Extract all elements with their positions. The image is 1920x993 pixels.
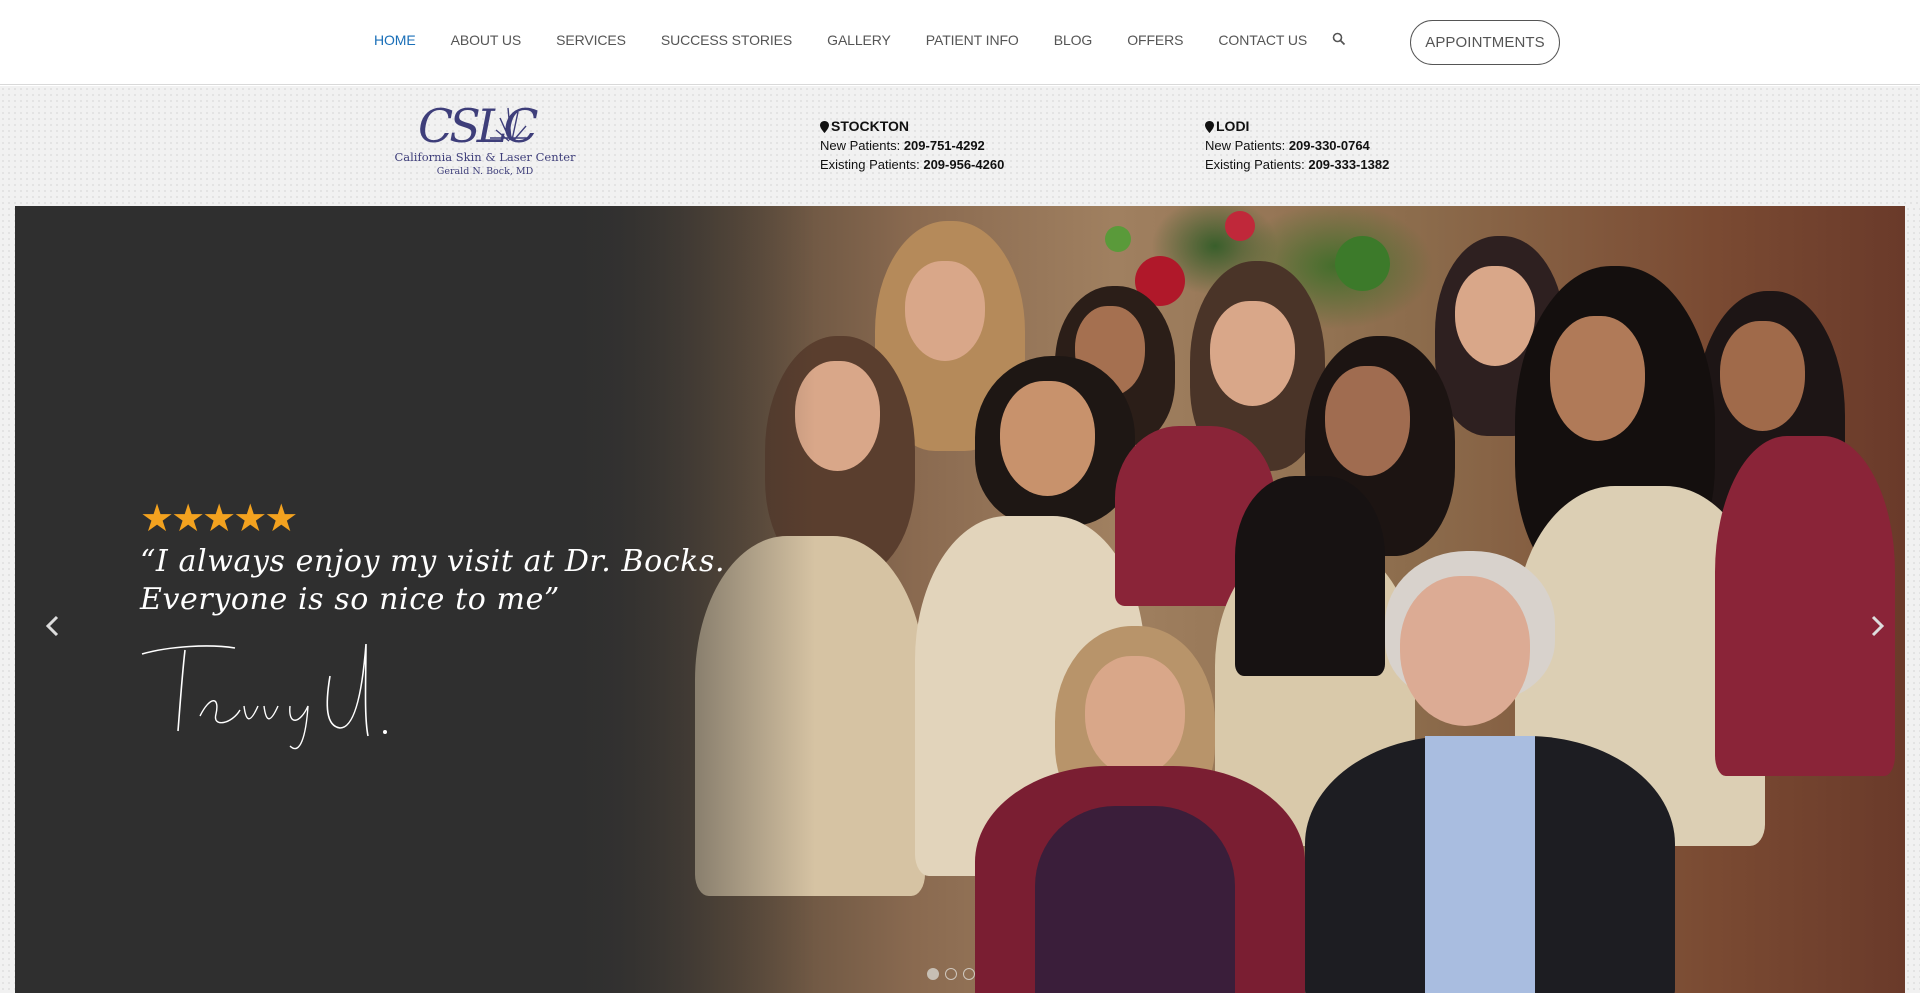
slide-dot[interactable] [945, 968, 957, 980]
top-navigation-bar: HOME ABOUT US SERVICES SUCCESS STORIES G… [0, 0, 1920, 85]
logo-monogram: CSLC [418, 100, 538, 153]
testimonial-signature [140, 636, 400, 776]
nav-gallery[interactable]: GALLERY [827, 32, 891, 48]
logo-name: California Skin & Laser Center [394, 150, 576, 164]
rating-stars: ★★★★★ [140, 498, 298, 540]
person-vest [1035, 806, 1235, 993]
testimonial-quote: “I always enjoy my visit at Dr. Bocks. E… [140, 543, 740, 619]
nav-blog[interactable]: BLOG [1054, 32, 1093, 48]
existing-patients-label: Existing Patients: [820, 157, 920, 172]
ornament [1225, 211, 1255, 241]
right-gutter [1905, 206, 1920, 993]
person-shirt [1425, 736, 1535, 993]
new-patients-label: New Patients: [1205, 138, 1286, 153]
new-patients-phone[interactable]: 209-330-0764 [1289, 138, 1370, 153]
map-pin-icon [1205, 120, 1214, 133]
ornament [1335, 236, 1390, 291]
appointments-button[interactable]: APPOINTMENTS [1410, 20, 1560, 65]
previous-slide-arrow[interactable] [43, 614, 63, 638]
new-patients-phone[interactable]: 209-751-4292 [904, 138, 985, 153]
person-scarf [1235, 476, 1385, 676]
person-face [1720, 321, 1805, 431]
nav-patient-info[interactable]: PATIENT INFO [926, 32, 1019, 48]
slide-dot[interactable] [963, 968, 975, 980]
slider-pagination [927, 968, 981, 980]
map-pin-icon [820, 120, 829, 133]
existing-patients-phone[interactable]: 209-333-1382 [1308, 157, 1389, 172]
slide-dot[interactable] [927, 968, 939, 980]
existing-patients-phone[interactable]: 209-956-4260 [923, 157, 1004, 172]
nav-home[interactable]: HOME [374, 32, 416, 48]
main-nav: HOME ABOUT US SERVICES SUCCESS STORIES G… [374, 0, 1348, 80]
nav-services[interactable]: SERVICES [556, 32, 626, 48]
location-city: LODI [1216, 118, 1250, 134]
existing-patients-label: Existing Patients: [1205, 157, 1305, 172]
location-city: STOCKTON [831, 118, 910, 134]
site-logo[interactable]: CSLC California Skin & Laser Center Gera… [380, 99, 590, 180]
person-face [1550, 316, 1645, 441]
person-shirt [1715, 436, 1895, 776]
person-face [1325, 366, 1410, 476]
logo-doctor: Gerald N. Bock, MD [437, 166, 534, 177]
person-face [905, 261, 985, 361]
person-face [1455, 266, 1535, 366]
nav-success-stories[interactable]: SUCCESS STORIES [661, 32, 792, 48]
nav-offers[interactable]: OFFERS [1127, 32, 1183, 48]
header-strip: CSLC California Skin & Laser Center Gera… [0, 86, 1920, 206]
nav-contact-us[interactable]: CONTACT US [1218, 32, 1307, 48]
next-slide-arrow[interactable] [1867, 614, 1887, 638]
hero-slider: ★★★★★ “I always enjoy my visit at Dr. Bo… [15, 206, 1905, 993]
person-face [1400, 576, 1530, 726]
person-face [1210, 301, 1295, 406]
ornament [1105, 226, 1131, 252]
testimonial-quote-line: Everyone is so nice to me” [140, 582, 560, 617]
person-face [1000, 381, 1095, 496]
search-icon[interactable] [1332, 32, 1348, 48]
location-stockton: STOCKTON New Patients: 209-751-4292 Exis… [820, 117, 1004, 174]
testimonial-quote-line: “I always enjoy my visit at Dr. Bocks. [140, 544, 726, 579]
nav-about-us[interactable]: ABOUT US [451, 32, 522, 48]
location-lodi: LODI New Patients: 209-330-0764 Existing… [1205, 117, 1389, 174]
person-face [1085, 656, 1185, 776]
left-gutter [0, 206, 15, 993]
new-patients-label: New Patients: [820, 138, 901, 153]
